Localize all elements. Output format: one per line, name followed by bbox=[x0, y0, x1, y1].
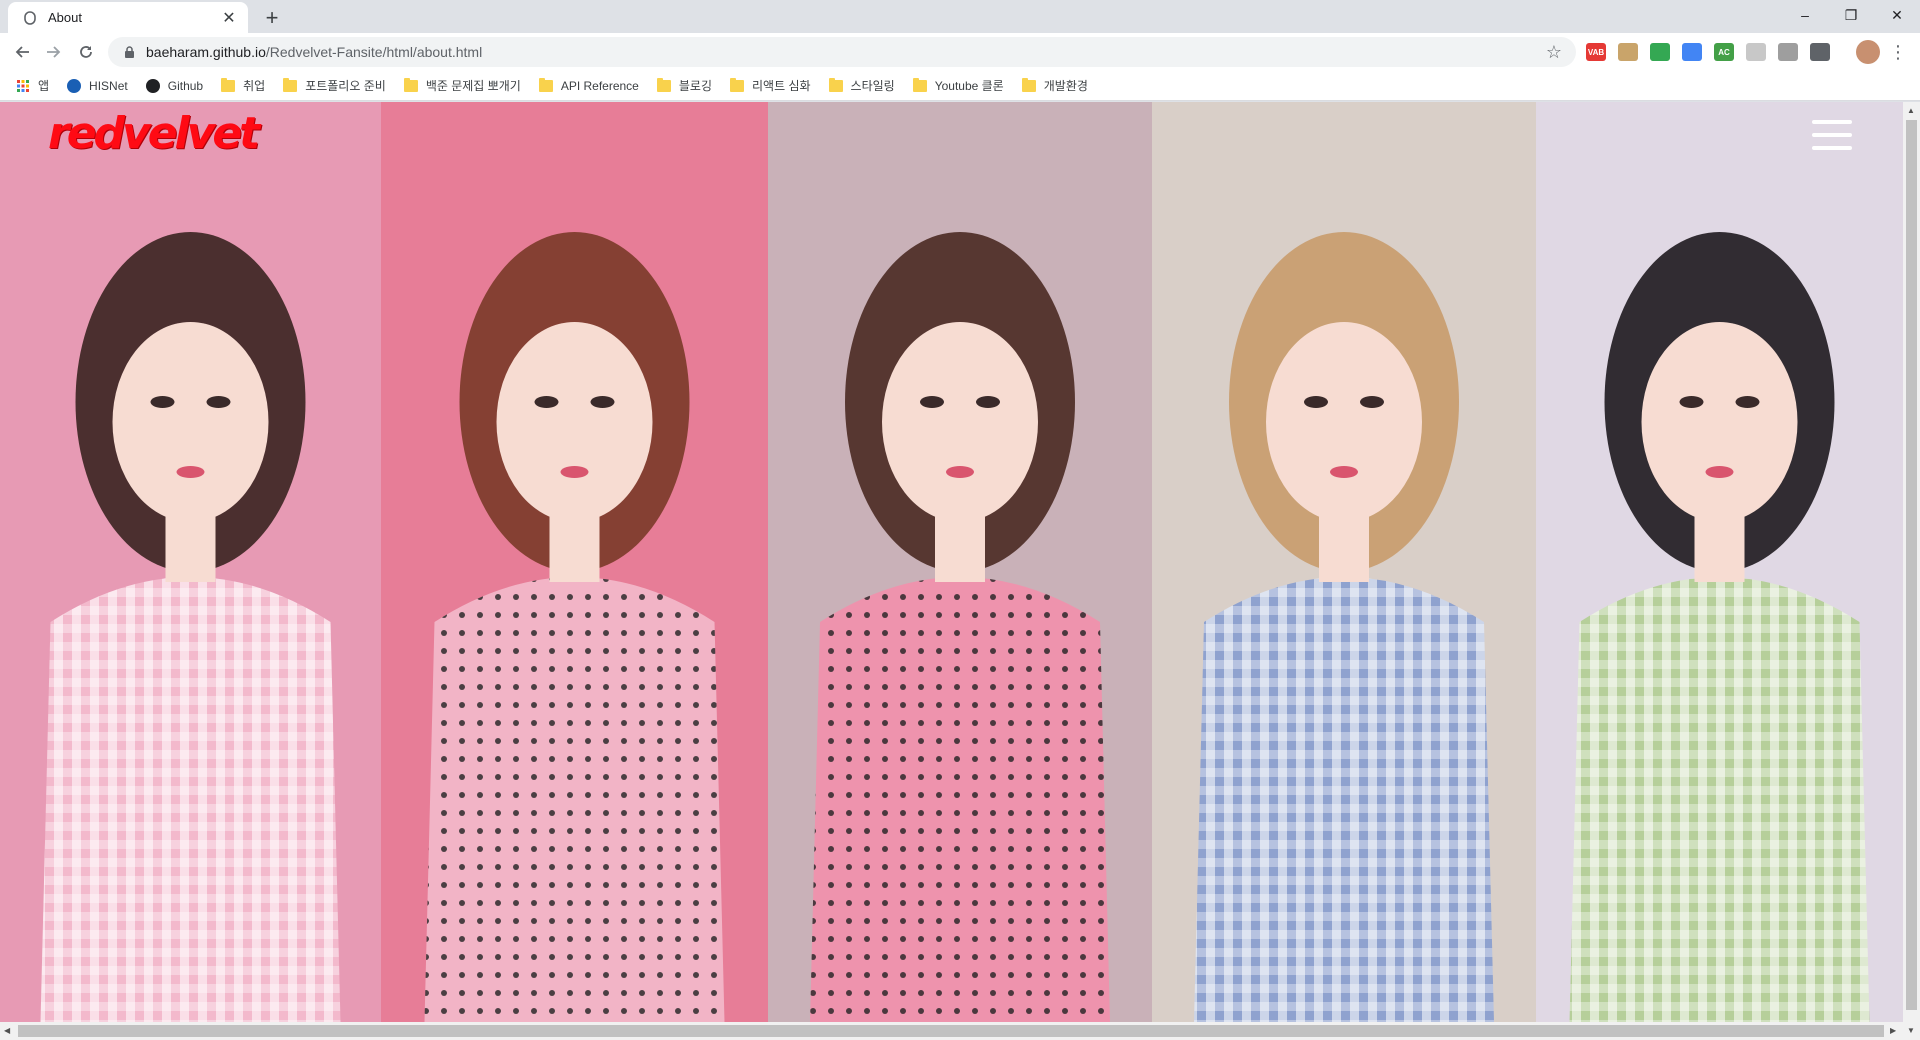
forward-arrow-icon bbox=[47, 46, 61, 58]
forward-button[interactable] bbox=[40, 38, 68, 66]
bookmark-label: Youtube 클론 bbox=[934, 79, 1004, 93]
site-logo[interactable]: redvelvet bbox=[48, 108, 260, 159]
bookmark-label: 포트폴리오 준비 bbox=[305, 79, 386, 93]
close-tab-icon[interactable]: ✕ bbox=[220, 9, 238, 27]
url-text[interactable]: baeharam.github.io/Redvelvet-Fansite/htm… bbox=[146, 44, 1544, 60]
folder-icon bbox=[403, 77, 418, 92]
bookmark-label: 앱 bbox=[38, 79, 50, 93]
url-host: baeharam.github.io bbox=[146, 44, 266, 60]
restore-button[interactable]: ❐ bbox=[1828, 0, 1874, 30]
horizontal-scrollbar[interactable]: ◀ ▶ bbox=[0, 1022, 1903, 1040]
folder-icon bbox=[656, 77, 671, 92]
profile-avatar[interactable] bbox=[1856, 40, 1880, 64]
clock-extension-icon[interactable] bbox=[1778, 43, 1798, 61]
horizontal-scroll-thumb[interactable] bbox=[18, 1025, 1884, 1037]
bookmark-item[interactable]: 백준 문제집 뽀개기 bbox=[400, 73, 529, 99]
folder-icon bbox=[221, 77, 236, 92]
bookmark-item[interactable]: 앱 bbox=[12, 73, 57, 99]
page-viewport: redvelvet bbox=[0, 102, 1903, 1022]
bookmark-label: API Reference bbox=[560, 78, 639, 93]
info-extension-icon[interactable] bbox=[1810, 43, 1830, 61]
reload-button[interactable] bbox=[72, 38, 100, 66]
bookmark-item[interactable]: HISNet bbox=[63, 73, 136, 99]
bookmark-item[interactable]: Youtube 클론 bbox=[909, 73, 1012, 99]
scroll-down-arrow-icon[interactable]: ▼ bbox=[1907, 1026, 1915, 1035]
folder-icon bbox=[828, 77, 843, 92]
reload-icon bbox=[80, 46, 92, 58]
member-panel-wendy[interactable] bbox=[768, 102, 1152, 1022]
bookmark-label: Github bbox=[167, 78, 204, 93]
vertical-scroll-thumb[interactable] bbox=[1906, 120, 1917, 1010]
scroll-up-arrow-icon[interactable]: ▲ bbox=[1907, 106, 1915, 115]
bookmark-item[interactable]: 개발환경 bbox=[1018, 73, 1096, 99]
bookmark-item[interactable]: 취업 bbox=[217, 73, 273, 99]
lock-icon[interactable] bbox=[122, 45, 136, 59]
back-arrow-icon bbox=[15, 46, 29, 58]
scroll-left-arrow-icon[interactable]: ◀ bbox=[4, 1026, 10, 1035]
bookmark-item[interactable]: 블로깅 bbox=[653, 73, 720, 99]
folder-icon bbox=[1021, 77, 1036, 92]
folder-icon bbox=[729, 77, 744, 92]
gray-extension-icon[interactable] bbox=[1746, 43, 1766, 61]
ext-box-icon[interactable] bbox=[1618, 43, 1638, 61]
bookmarks-bar: 앱 HISNet Github 취업 포트폴리오 준비 백준 문제집 뽀개기 API Ref… bbox=[0, 71, 1920, 101]
vertical-scrollbar[interactable]: ▲ ▼ bbox=[1903, 102, 1920, 1040]
new-tab-button[interactable]: + bbox=[258, 4, 286, 32]
folder-icon bbox=[283, 77, 298, 92]
vab-extension-icon[interactable]: VAB bbox=[1586, 43, 1606, 61]
url-path: /Redvelvet-Fansite/html/about.html bbox=[265, 44, 483, 60]
bookmark-label: 블로깅 bbox=[678, 79, 712, 93]
bookmark-label: HISNet bbox=[89, 78, 128, 93]
bookmark-item[interactable]: 리액트 심화 bbox=[726, 73, 819, 99]
bookmark-item[interactable]: 포트폴리오 준비 bbox=[279, 73, 394, 99]
folder-icon bbox=[912, 77, 927, 92]
pen-extension-icon[interactable] bbox=[1682, 43, 1702, 61]
address-bar[interactable]: baeharam.github.io/Redvelvet-Fansite/htm… bbox=[108, 37, 1576, 67]
close-window-button[interactable]: ✕ bbox=[1874, 0, 1920, 30]
bookmark-star-icon[interactable]: ☆ bbox=[1544, 42, 1564, 62]
bookmark-label: 백준 문제집 뽀개기 bbox=[425, 79, 521, 93]
member-panel-irene[interactable] bbox=[0, 102, 381, 1022]
hamburger-menu-icon[interactable] bbox=[1812, 120, 1852, 150]
bookmark-item[interactable]: Github bbox=[142, 73, 211, 99]
bookmark-label: 개발환경 bbox=[1043, 79, 1088, 93]
browser-toolbar: baeharam.github.io/Redvelvet-Fansite/htm… bbox=[0, 33, 1920, 71]
bookmark-label: 리액트 심화 bbox=[751, 79, 811, 93]
page-icon bbox=[22, 10, 38, 26]
bookmark-item[interactable]: API Reference bbox=[535, 73, 647, 99]
member-panel-yeri[interactable] bbox=[1152, 102, 1536, 1022]
apps-grid-icon bbox=[17, 79, 29, 92]
member-panel-joy[interactable] bbox=[1536, 102, 1903, 1022]
tab-title: About bbox=[48, 10, 82, 25]
minimize-button[interactable]: – bbox=[1782, 0, 1828, 30]
shield-extension-icon[interactable] bbox=[1650, 43, 1670, 61]
ac-extension-icon[interactable]: AC bbox=[1714, 43, 1734, 61]
scroll-right-arrow-icon[interactable]: ▶ bbox=[1890, 1026, 1896, 1035]
back-button[interactable] bbox=[8, 38, 36, 66]
tab-strip: About ✕ + – ❐ ✕ bbox=[0, 0, 1920, 33]
github-icon bbox=[145, 78, 160, 93]
tab-about[interactable]: About ✕ bbox=[8, 2, 248, 33]
bookmark-label: 스타일링 bbox=[850, 79, 895, 93]
chrome-menu-icon[interactable]: ⋮ bbox=[1884, 38, 1912, 66]
bookmark-label: 취업 bbox=[243, 79, 266, 93]
hisnet-icon bbox=[67, 78, 82, 93]
folder-icon bbox=[538, 77, 553, 92]
bookmark-item[interactable]: 스타일링 bbox=[825, 73, 903, 99]
member-panel-seulgi[interactable] bbox=[381, 102, 768, 1022]
